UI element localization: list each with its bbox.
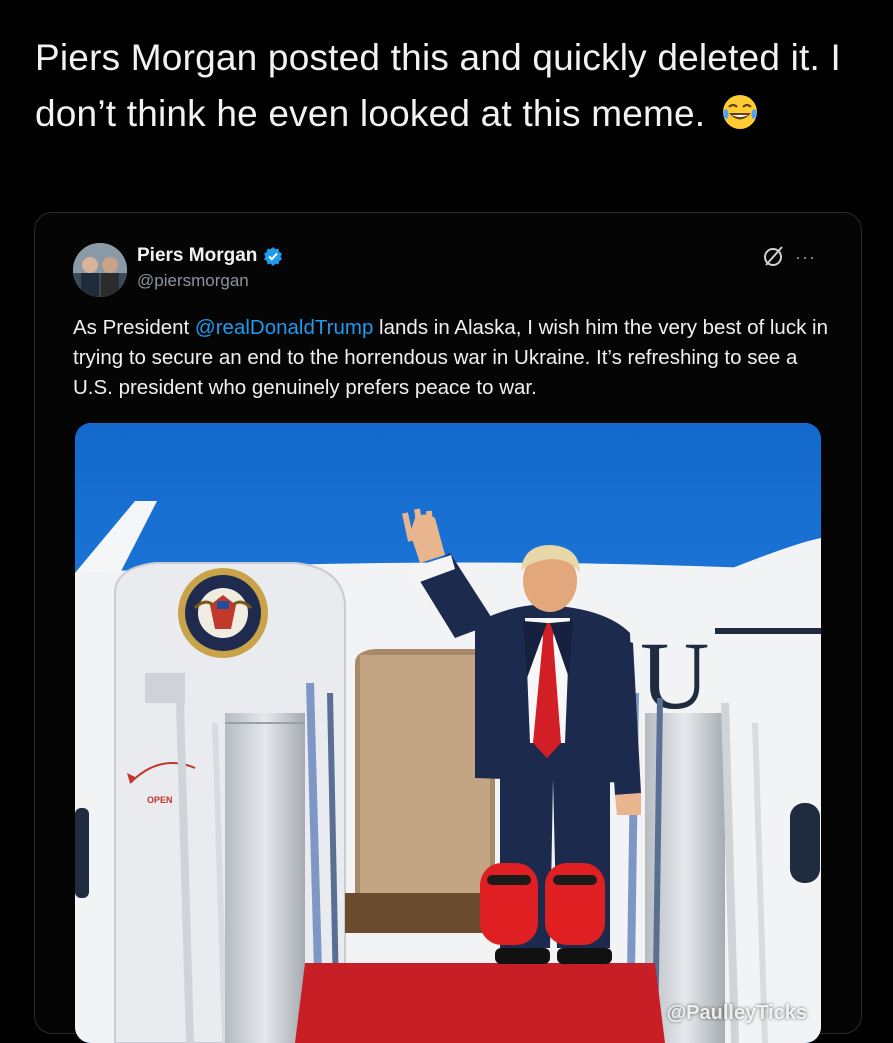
more-icon[interactable]: ··· (795, 247, 816, 268)
laughing-crying-emoji-icon (722, 95, 757, 129)
door-open-label: OPEN (147, 795, 173, 805)
tweet-photo[interactable]: U OPEN @PaulleyTicks (75, 423, 821, 1043)
photo-watermark: @PaulleyTicks (666, 1002, 807, 1024)
mention-link[interactable]: @realDonaldTrump (195, 316, 373, 339)
post-caption: Piers Morgan posted this and quickly del… (35, 30, 855, 142)
tweet-text-start: As President (73, 316, 195, 339)
photo-illustration: U OPEN (75, 423, 821, 1043)
tweet-text: As President @realDonaldTrump lands in A… (73, 313, 833, 403)
author-handle[interactable]: @piersmorgan (137, 271, 249, 291)
verified-badge-icon (264, 247, 283, 266)
presidential-seal (178, 568, 268, 658)
fuselage-letters: U (640, 622, 709, 729)
embedded-tweet-card[interactable]: Piers Morgan @piersmorgan ··· As Preside… (34, 212, 862, 1043)
author-name[interactable]: Piers Morgan (137, 245, 257, 267)
avatar[interactable] (73, 243, 127, 297)
edit-off-icon[interactable] (761, 243, 787, 269)
